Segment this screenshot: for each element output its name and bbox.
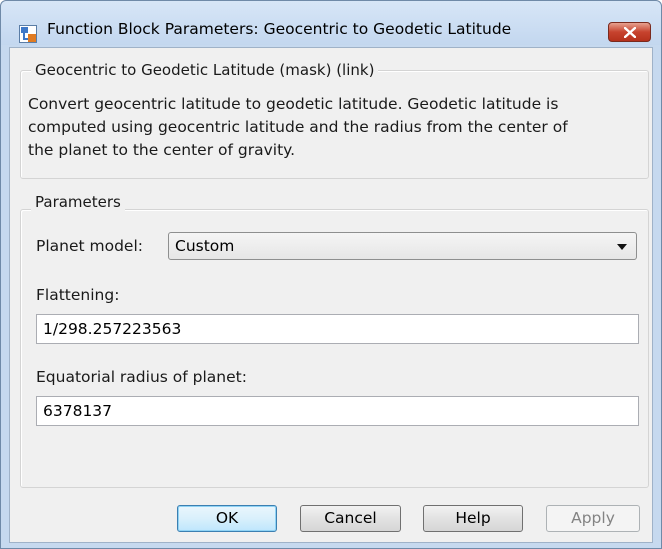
simulink-block-icon: [19, 25, 37, 43]
title-bar[interactable]: Function Block Parameters: Geocentric to…: [1, 1, 661, 45]
equatorial-radius-label: Equatorial radius of planet:: [36, 368, 247, 386]
close-icon: [624, 27, 636, 38]
flattening-field[interactable]: 1/298.257223563: [36, 314, 639, 344]
description-line: computed using geocentric latitude and t…: [28, 118, 568, 136]
window-title: Function Block Parameters: Geocentric to…: [47, 20, 512, 38]
description-group-title: Geocentric to Geodetic Latitude (mask) (…: [31, 61, 379, 79]
parameters-group-title: Parameters: [31, 193, 125, 211]
planet-model-select[interactable]: Custom: [168, 232, 637, 260]
chevron-down-icon: [617, 244, 627, 250]
planet-model-label: Planet model:: [36, 237, 144, 255]
equatorial-radius-field[interactable]: 6378137: [36, 396, 639, 426]
apply-button[interactable]: Apply: [546, 505, 640, 532]
equatorial-radius-value: 6378137: [43, 402, 113, 420]
close-button[interactable]: [608, 22, 651, 42]
description-line: Convert geocentric latitude to geodetic …: [28, 95, 559, 113]
description-line: the planet to the center of gravity.: [28, 141, 296, 159]
ok-button[interactable]: OK: [177, 505, 277, 532]
flattening-value: 1/298.257223563: [43, 320, 182, 338]
help-button[interactable]: Help: [423, 505, 523, 532]
planet-model-value: Custom: [175, 237, 235, 255]
block-description: Convert geocentric latitude to geodetic …: [28, 93, 648, 162]
cancel-button[interactable]: Cancel: [300, 505, 401, 532]
flattening-label: Flattening:: [36, 286, 120, 304]
